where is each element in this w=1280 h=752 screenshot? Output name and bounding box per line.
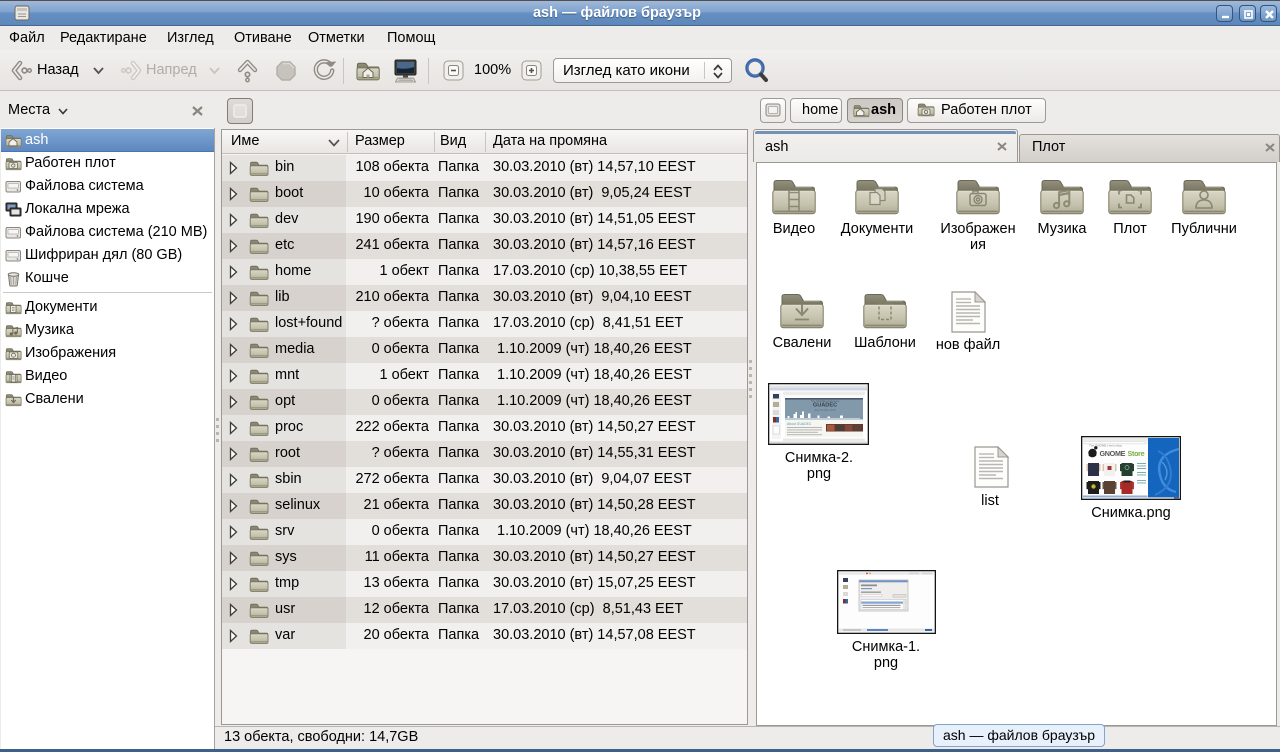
svg-text:The GNOME t-shirt shop: The GNOME t-shirt shop [1089,444,1122,448]
svg-text:GUADEC: GUADEC [813,403,837,409]
svg-text:July 24-30th, 2010: July 24-30th, 2010 [814,408,836,412]
svg-text:The GNOME conference: The GNOME conference [811,399,840,403]
svg-text:Store: Store [1128,449,1145,458]
svg-text:GNOME: GNOME [1100,449,1126,458]
svg-text:About GUADEC: About GUADEC [787,422,812,426]
